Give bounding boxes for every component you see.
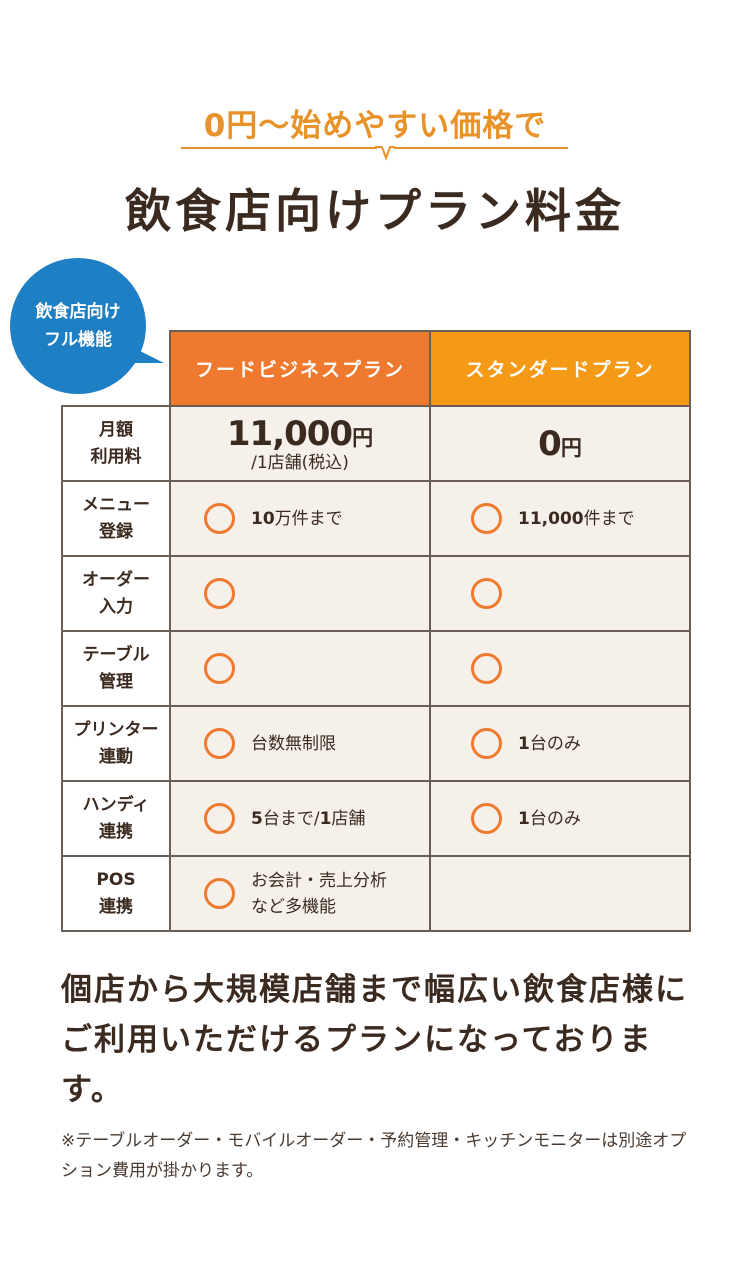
table-row-order: オーダー 入力	[61, 555, 691, 632]
menu-standard-text: 11,000件まで	[518, 508, 635, 529]
table-row-price: 月額 利用料 11,000円 /1店舗(税込) 0円	[61, 405, 691, 482]
order-food	[169, 555, 431, 632]
row-label-line: 登録	[99, 521, 133, 542]
plan-header-standard: スタンダードプラン	[429, 330, 691, 407]
plan-description: 個店から大規模店舗まで幅広い飲食店様にご利用いただけるプランになっております。	[61, 972, 688, 1108]
pos-standard-empty	[429, 855, 691, 932]
row-label-order: オーダー 入力	[61, 555, 171, 632]
row-label-line: 利用料	[90, 446, 142, 467]
row-label-line: 管理	[99, 671, 133, 692]
price-food-yen: 円	[352, 425, 374, 450]
price-food-amount: 11,000	[226, 413, 353, 454]
menu-food: 10万件まで	[169, 480, 431, 557]
table-row-printer: プリンター 連動 台数無制限 1台のみ	[61, 705, 691, 782]
price-food-sub: /1店舗(税込)	[251, 452, 349, 473]
price-standard: 0円	[429, 405, 691, 482]
price-food: 11,000円 /1店舗(税込)	[169, 405, 431, 482]
badge-line-1: 飲食店向け	[35, 302, 121, 322]
row-label-line: 連動	[99, 746, 133, 767]
row-label-printer: プリンター 連動	[61, 705, 171, 782]
circle-check-icon	[204, 653, 235, 684]
table-standard	[429, 630, 691, 707]
printer-standard-text: 1台のみ	[518, 733, 581, 754]
circle-check-icon	[204, 803, 235, 834]
row-label-pos: POS 連携	[61, 855, 171, 932]
handy-standard-text: 1台のみ	[518, 808, 581, 829]
header-empty-cell	[62, 331, 170, 406]
circle-check-icon	[471, 578, 502, 609]
row-label-line: 連携	[99, 821, 133, 842]
circle-check-icon	[204, 503, 235, 534]
row-label-line: オーダー	[82, 569, 150, 590]
row-label-line: 入力	[99, 596, 133, 617]
circle-check-icon	[471, 803, 502, 834]
printer-food-text: 台数無制限	[251, 733, 336, 754]
plan-header-food-business: フードビジネスプラン	[169, 330, 431, 407]
printer-food: 台数無制限	[169, 705, 431, 782]
subtitle-notch	[375, 146, 395, 161]
handy-food-text: 5台まで/1店舗	[251, 808, 366, 829]
row-label-line: POS	[96, 869, 136, 890]
row-label-handy: ハンディ 連携	[61, 780, 171, 857]
circle-check-icon	[471, 503, 502, 534]
circle-check-icon	[204, 878, 235, 909]
subtitle: 0円〜始めやすい価格で	[203, 108, 547, 144]
printer-standard: 1台のみ	[429, 705, 691, 782]
table-row-menu: メニュー 登録 10万件まで 11,000件まで	[61, 480, 691, 557]
page-title: 飲食店向けプラン料金	[125, 184, 625, 238]
subtitle-underline-right	[394, 147, 568, 149]
circle-check-icon	[204, 578, 235, 609]
row-label-table: テーブル 管理	[61, 630, 171, 707]
circle-check-icon	[471, 728, 502, 759]
row-label-line: 連携	[99, 896, 133, 917]
order-standard	[429, 555, 691, 632]
table-row-pos: POS 連携 お会計・売上分析 など多機能	[61, 855, 691, 932]
row-label-line: ハンディ	[82, 794, 150, 815]
circle-check-icon	[471, 653, 502, 684]
menu-food-text: 10万件まで	[251, 508, 343, 529]
circle-check-icon	[204, 728, 235, 759]
row-label-line: メニュー	[82, 494, 150, 515]
row-label-price: 月額 利用料	[61, 405, 171, 482]
pos-food: お会計・売上分析 など多機能	[169, 855, 431, 932]
price-standard-amount: 0	[538, 423, 562, 464]
row-label-line: プリンター	[73, 719, 159, 740]
table-header-row: フードビジネスプラン スタンダードプラン	[62, 330, 691, 407]
row-label-line: 月額	[99, 419, 133, 440]
handy-food: 5台まで/1店舗	[169, 780, 431, 857]
table-food	[169, 630, 431, 707]
table-row-table: テーブル 管理	[61, 630, 691, 707]
option-note: ※テーブルオーダー・モバイルオーダー・予約管理・キッチンモニターは別途オプション…	[61, 1131, 687, 1181]
row-label-menu: メニュー 登録	[61, 480, 171, 557]
price-standard-yen: 円	[560, 435, 582, 460]
handy-standard: 1台のみ	[429, 780, 691, 857]
pos-food-text: お会計・売上分析 など多機能	[251, 870, 387, 917]
menu-standard: 11,000件まで	[429, 480, 691, 557]
row-label-line: テーブル	[82, 644, 150, 665]
plan-comparison-table: フードビジネスプラン スタンダードプラン 月額 利用料 11,000円 /1店舗…	[61, 330, 691, 932]
table-row-handy: ハンディ 連携 5台まで/1店舗 1台のみ	[61, 780, 691, 857]
subtitle-underline-left	[181, 147, 377, 149]
